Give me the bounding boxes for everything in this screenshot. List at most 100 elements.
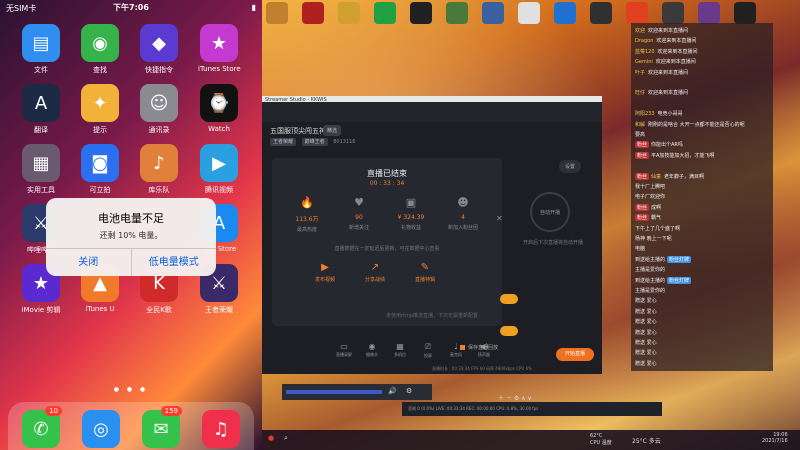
chat-text: 欢迎来到本直播间 bbox=[648, 28, 689, 34]
desktop-shortcut-icon[interactable] bbox=[698, 2, 720, 24]
cpu-temp: 62°C CPU 温度 bbox=[590, 433, 612, 446]
action-video[interactable]: ▶ 发布视频 bbox=[302, 262, 348, 283]
chat-username[interactable]: 旺仔 bbox=[635, 90, 645, 96]
chat-username[interactable]: 叶子 bbox=[635, 70, 645, 76]
dock-app[interactable]: ◎ bbox=[80, 410, 122, 448]
app-label: iMovie 剪辑 bbox=[21, 306, 61, 314]
chat-username[interactable]: Dragon bbox=[635, 38, 653, 44]
app-watch[interactable]: ⌚ Watch bbox=[198, 84, 240, 133]
stat-value: 90 bbox=[355, 214, 363, 221]
desktop-shortcut-icon[interactable] bbox=[590, 2, 612, 24]
desktop-shortcut-icon[interactable] bbox=[338, 2, 360, 24]
chat-username[interactable]: 仙童 bbox=[651, 174, 661, 180]
chat-username[interactable]: Gemini bbox=[635, 59, 653, 65]
desktop-shortcut-icon[interactable] bbox=[446, 2, 468, 24]
desktop-shortcut-icon[interactable] bbox=[302, 2, 324, 24]
desktop-shortcut-icon[interactable] bbox=[374, 2, 396, 24]
phone-icon: ✆ 10 bbox=[22, 406, 62, 448]
chat-text: 到送给主播的 bbox=[635, 256, 666, 263]
chat-message: 蓝莓120 欢迎来到本直播间 bbox=[635, 48, 771, 55]
settings-button[interactable]: 设置 bbox=[559, 160, 582, 173]
room-meta: 王者荣耀 巅峰王者 8013116 bbox=[270, 138, 356, 146]
room-chip[interactable]: 王者荣耀 bbox=[270, 138, 297, 146]
chat-text: 主播是爱你的 bbox=[635, 288, 666, 294]
toggle-switch[interactable] bbox=[500, 326, 518, 336]
chat-message: 主播是爱你的 bbox=[635, 266, 771, 273]
tool-label: 多机位 bbox=[394, 352, 406, 357]
page-indicator: ● ● ● bbox=[113, 386, 149, 393]
app-folder[interactable]: ▤ 文件 bbox=[20, 24, 62, 75]
phone-clock: 下午7:06 bbox=[113, 3, 149, 12]
action-edit[interactable]: ✎ 直播特辑 bbox=[402, 262, 448, 283]
close-icon[interactable]: ✕ bbox=[496, 214, 503, 223]
auto-start-toggle[interactable]: 自动开播 bbox=[530, 192, 570, 232]
chat-text: 电子厂欢迎你 bbox=[635, 194, 666, 201]
room-tag: 精选 bbox=[323, 125, 342, 136]
desktop-shortcut-icon[interactable] bbox=[734, 2, 756, 24]
speaker-icon[interactable]: 🔊 bbox=[388, 387, 397, 395]
chat-message: 我十厂上腾吧 bbox=[635, 183, 771, 190]
play-icon: ▶ bbox=[200, 144, 238, 182]
tool-camera[interactable]: ◉ 摄像头 bbox=[358, 342, 386, 358]
tool-multi[interactable]: ▦ 多机位 bbox=[386, 342, 414, 358]
alert-close-button[interactable]: 关闭 bbox=[46, 249, 132, 276]
desktop-shortcut-icon[interactable] bbox=[554, 2, 576, 24]
chat-message: 欢迎 欢迎来到本直播间 bbox=[635, 27, 771, 34]
search-icon[interactable]: ⌕ bbox=[284, 434, 288, 443]
chat-username[interactable]: 阿阳233 bbox=[635, 111, 655, 117]
chat-message: 旺仔 欢迎来到本直播间 bbox=[635, 89, 771, 96]
app-label: iTunes U bbox=[85, 305, 115, 313]
tool-label: 麦克风 bbox=[450, 352, 462, 357]
fan-badge: 粉丝 bbox=[635, 172, 650, 180]
action-share[interactable]: ↗ 分享战绩 bbox=[352, 262, 398, 283]
chat-message: 杨神 晚上一下呢 bbox=[635, 235, 771, 242]
room-chip[interactable]: 巅峰王者 bbox=[301, 138, 328, 146]
weather-widget[interactable]: 25°C 多云 bbox=[632, 436, 661, 445]
app-play[interactable]: ▶ 腾讯视频 bbox=[198, 144, 240, 195]
low-power-mode-button[interactable]: 低电量模式 bbox=[132, 249, 217, 276]
desktop-shortcut-icon[interactable] bbox=[266, 2, 288, 24]
chat-username[interactable]: 蓝莓120 bbox=[635, 49, 655, 55]
desktop-shortcut-icon[interactable] bbox=[626, 2, 648, 24]
tool-speaker[interactable]: ◀) 扬声器 bbox=[470, 342, 498, 358]
app-clips[interactable]: ◙ 可立拍 bbox=[79, 144, 121, 195]
volume-slider[interactable] bbox=[286, 390, 382, 394]
desktop-shortcut-icon[interactable] bbox=[662, 2, 684, 24]
chat-text: 电脑 bbox=[635, 246, 646, 253]
gear-icon[interactable]: ⚙ bbox=[406, 387, 412, 395]
app-guitar[interactable]: ♪ 库乐队 bbox=[138, 144, 180, 195]
chat-message: 要高 bbox=[635, 131, 771, 138]
start-stream-button[interactable]: 开始直播 bbox=[556, 348, 594, 361]
folder-grid-icon: ▦ bbox=[22, 144, 60, 182]
chat-username[interactable]: 和解 bbox=[635, 122, 645, 128]
dock-app[interactable]: ✉ 159 bbox=[140, 406, 182, 448]
desktop-shortcut-icon[interactable] bbox=[518, 2, 540, 24]
fan-badge: 粉丝 bbox=[635, 151, 650, 159]
app-translate[interactable]: A 翻译 bbox=[20, 84, 62, 135]
fan-badge: 粉丝 bbox=[635, 141, 650, 149]
app-folder-grid[interactable]: ▦ 实用工具 bbox=[20, 144, 62, 195]
app-label: iTunes Store bbox=[198, 65, 241, 73]
app-bulb[interactable]: ✦ 提示 bbox=[79, 84, 121, 135]
app-contacts[interactable]: ☺ 通讯录 bbox=[138, 84, 180, 135]
chat-username[interactable]: 欢迎 bbox=[635, 28, 645, 34]
chat-message: 赠送 爱心 bbox=[635, 308, 771, 315]
toggle-switch[interactable] bbox=[500, 294, 518, 304]
tool-cast[interactable]: ⎚ 投屏 bbox=[414, 342, 442, 359]
dock-app[interactable]: ♫ bbox=[200, 410, 242, 448]
tool-screen[interactable]: ▭ 直播录屏 bbox=[330, 342, 358, 358]
stat-value: 113.6万 bbox=[295, 216, 319, 223]
phone-home-screen: 无SIM卡 下午7:06 ▮ ▤ 文件 ◉ 查找 ◆ 快捷指令 ★ iTunes St… bbox=[0, 0, 262, 450]
chat-text: 欢迎来到本直播间 bbox=[648, 69, 689, 76]
app-shortcuts[interactable]: ◆ 快捷指令 bbox=[138, 24, 180, 75]
chat-message: 到送给主播的 粉丝灯牌 bbox=[635, 255, 771, 263]
desktop-shortcut-icon[interactable] bbox=[482, 2, 504, 24]
app-star[interactable]: ★ iTunes Store bbox=[198, 24, 241, 73]
screen: 无SIM卡 下午7:06 ▮ ▤ 文件 ◉ 查找 ◆ 快捷指令 ★ iTunes St… bbox=[0, 0, 800, 450]
desktop-shortcut-icon[interactable] bbox=[410, 2, 432, 24]
app-taskbar-icon[interactable]: ● bbox=[268, 434, 274, 442]
app-find-my[interactable]: ◉ 查找 bbox=[79, 24, 121, 75]
tool-mic[interactable]: ♩ 麦克风 bbox=[442, 342, 470, 358]
dock-app[interactable]: ✆ 10 bbox=[20, 406, 62, 448]
chat-text: 赠送 爱心 bbox=[635, 340, 657, 346]
